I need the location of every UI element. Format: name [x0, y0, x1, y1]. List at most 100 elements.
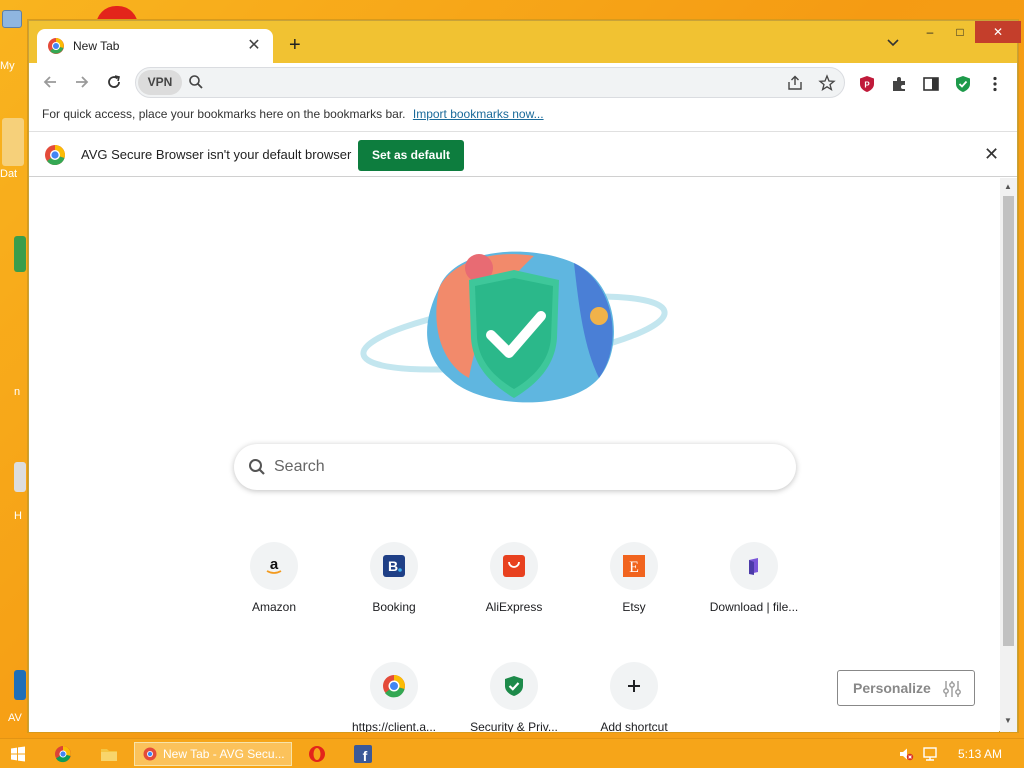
default-browser-infobar: AVG Secure Browser isn't your default br… [29, 131, 1017, 177]
start-button[interactable] [10, 742, 26, 766]
desktop-computer-icon[interactable] [2, 10, 22, 28]
svg-text:B: B [388, 558, 398, 574]
network-icon [923, 747, 937, 761]
minimize-button[interactable]: – [915, 21, 945, 43]
scroll-thumb[interactable] [1003, 196, 1014, 646]
desktop-label-my: My [0, 60, 15, 72]
booking-icon: B [383, 555, 405, 577]
bookmarks-bar-hint: For quick access, place your bookmarks h… [42, 107, 406, 121]
avg-browser-icon [143, 747, 157, 761]
shortcut-label: Add shortcut [600, 720, 668, 732]
shortcut-label: Amazon [251, 600, 297, 614]
search-icon [249, 459, 265, 475]
download-file-tile [730, 542, 778, 590]
avg-browser-icon [48, 38, 64, 54]
shortcut-label: Download | file... [709, 600, 799, 614]
address-bar[interactable]: VPN [135, 67, 845, 98]
folder-desktop-icon[interactable] [2, 118, 24, 166]
shortcut-label: Booking [372, 600, 416, 614]
shortcut-label: Etsy [622, 600, 646, 614]
desktop-label-dat: Dat [0, 168, 18, 180]
sliders-icon [943, 681, 961, 697]
facebook-icon: f [354, 745, 372, 763]
document-desktop-icon[interactable] [14, 462, 26, 492]
title-bar: New Tab ✕ + – □ ✕ [29, 21, 1021, 63]
reload-button[interactable] [103, 73, 125, 95]
taskbar-avg-browser[interactable]: New Tab - AVG Secu... [134, 742, 292, 766]
new-tab-page: a Amazon B Booking AliExpress E Etsy [29, 178, 999, 732]
personalize-label: Personalize [853, 680, 931, 696]
search-input[interactable] [274, 456, 774, 478]
tab-search-button[interactable] [887, 36, 899, 50]
app-desktop-icon[interactable] [14, 236, 26, 272]
etsy-icon: E [623, 555, 645, 577]
avg-client-tile [370, 662, 418, 710]
taskbar-window-title: New Tab - AVG Secu... [163, 747, 285, 761]
plus-icon [628, 680, 640, 692]
aliexpress-tile [490, 542, 538, 590]
vpn-button[interactable]: VPN [138, 70, 182, 95]
volume-muted-button[interactable] [898, 742, 914, 766]
scroll-up-arrow-icon[interactable]: ▲ [1004, 182, 1012, 191]
shortcut-download-file[interactable]: Download | file... [698, 542, 810, 614]
taskbar-chrome[interactable] [54, 742, 72, 766]
shortcut-amazon[interactable]: a Amazon [218, 542, 330, 614]
shortcut-security-privacy[interactable]: Security & Priv... [458, 662, 570, 732]
shortcut-label: https://client.a... [351, 720, 437, 732]
shortcut-etsy[interactable]: E Etsy [578, 542, 690, 614]
scroll-down-arrow-icon[interactable]: ▼ [1004, 716, 1012, 725]
tab-close-button[interactable]: ✕ [245, 37, 263, 55]
forward-button[interactable] [71, 73, 93, 95]
folder-icon [101, 749, 117, 761]
amazon-icon: a [266, 556, 282, 574]
avg-shield-hero-illustration [360, 251, 668, 403]
aliexpress-icon [503, 555, 525, 577]
share-icon[interactable] [786, 74, 804, 92]
maximize-button[interactable]: □ [945, 21, 975, 43]
personalize-button[interactable]: Personalize [837, 670, 975, 706]
avg-browser-logo-icon [45, 145, 65, 165]
opera-icon [309, 746, 325, 762]
browser-window: New Tab ✕ + – □ ✕ VPN P For quick access… [28, 20, 1021, 732]
taskbar-facebook[interactable]: f [354, 742, 372, 766]
back-button[interactable] [39, 73, 61, 95]
desktop-label-av: AV [8, 712, 22, 724]
speaker-muted-icon [900, 748, 914, 761]
arrow-right-icon [76, 76, 89, 88]
tab-new-tab[interactable]: New Tab ✕ [37, 29, 273, 63]
download-file-icon [749, 558, 758, 575]
bookmark-star-icon[interactable] [818, 74, 836, 92]
arrow-left-icon [43, 76, 56, 88]
privacy-extension-icon[interactable]: P [858, 75, 876, 93]
avg-security-extension-icon[interactable] [954, 75, 972, 93]
shortcut-aliexpress[interactable]: AliExpress [458, 542, 570, 614]
taskbar-clock[interactable]: 5:13 AM [958, 747, 1002, 761]
add-shortcut-button[interactable]: Add shortcut [578, 662, 690, 732]
bookmarks-bar: For quick access, place your bookmarks h… [29, 103, 1017, 129]
add-shortcut-tile [610, 662, 658, 710]
extensions-puzzle-icon[interactable] [890, 75, 908, 93]
etsy-tile: E [610, 542, 658, 590]
close-window-button[interactable]: ✕ [975, 21, 1021, 43]
shortcut-label: Security & Priv... [470, 720, 558, 732]
security-privacy-tile [490, 662, 538, 710]
new-tab-button[interactable]: + [289, 35, 301, 55]
taskbar: New Tab - AVG Secu... f 5:13 AM [0, 738, 1024, 768]
page-scrollbar[interactable]: ▲ ▼ [1000, 178, 1017, 732]
chevron-down-icon [887, 39, 899, 47]
taskbar-opera[interactable] [308, 742, 326, 766]
infobar-close-button[interactable]: ✕ [984, 144, 999, 165]
tab-title: New Tab [73, 39, 120, 53]
side-panel-icon[interactable] [922, 75, 940, 93]
reload-icon [108, 75, 120, 88]
shortcut-avg-client[interactable]: https://client.a... [338, 662, 450, 732]
search-box[interactable] [234, 444, 796, 490]
network-button[interactable] [922, 742, 938, 766]
menu-kebab-icon[interactable] [986, 75, 1004, 93]
set-as-default-button[interactable]: Set as default [358, 140, 464, 171]
import-bookmarks-link[interactable]: Import bookmarks now... [413, 107, 544, 121]
shortcut-booking[interactable]: B Booking [338, 542, 450, 614]
avg-desktop-icon[interactable] [14, 670, 26, 700]
svg-text:a: a [270, 556, 279, 573]
taskbar-file-explorer[interactable] [100, 742, 118, 766]
